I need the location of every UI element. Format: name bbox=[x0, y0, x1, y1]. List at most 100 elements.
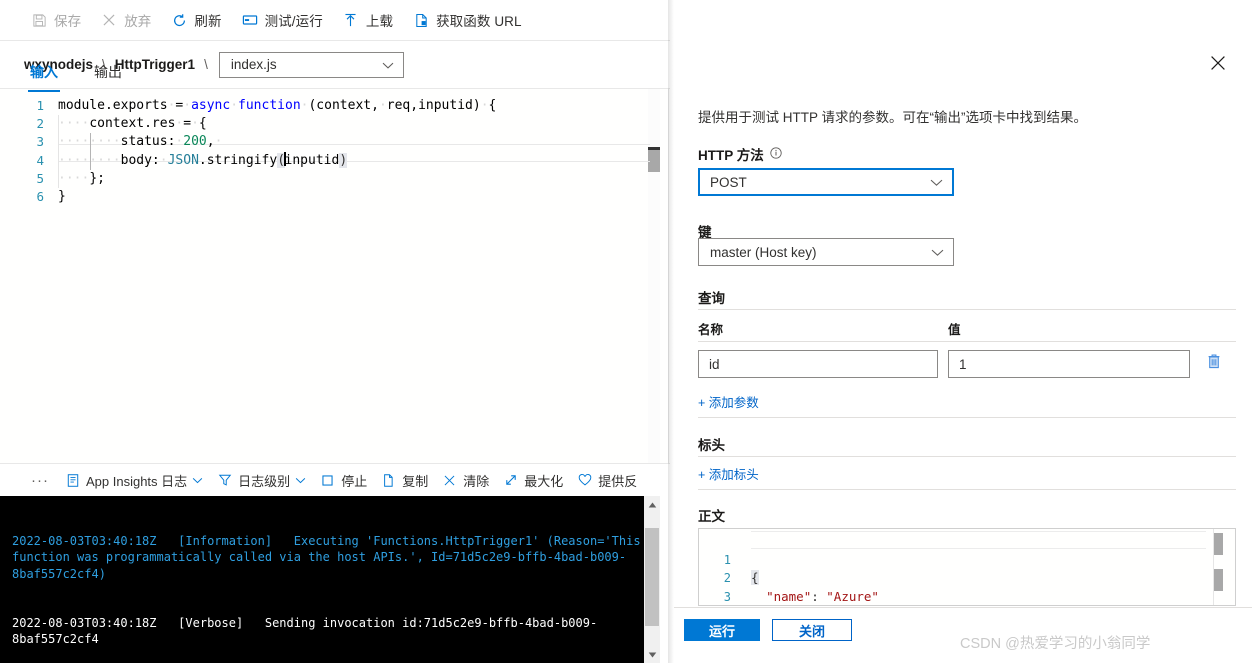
upload-icon bbox=[342, 11, 360, 29]
tab-input[interactable]: 输入 bbox=[26, 62, 62, 92]
feedback-icon bbox=[576, 472, 593, 489]
code-editor[interactable]: 1 module.exports·=·async·function·(conte… bbox=[0, 89, 670, 463]
tab-output[interactable]: 输出 bbox=[90, 62, 126, 92]
body-code-editor[interactable]: 1 { 2 "name": "Azure" 3 } bbox=[698, 528, 1236, 606]
upload-button[interactable]: 上载 bbox=[340, 5, 402, 35]
add-header-link[interactable]: + 添加标头 bbox=[698, 464, 759, 483]
headers-section-bottom-divider bbox=[698, 489, 1236, 490]
save-icon bbox=[30, 11, 48, 29]
log-entry: 2022-08-03T03:40:18Z [Information] Execu… bbox=[12, 533, 641, 581]
line-number: 2 bbox=[36, 116, 44, 132]
headers-section-title: 标头 bbox=[698, 438, 725, 453]
log-console[interactable]: 2022-08-03T03:40:18Z [Information] Execu… bbox=[0, 496, 670, 663]
line-text: ········body:·JSON.stringify(inputid) bbox=[58, 151, 348, 168]
run-button[interactable]: 运行 bbox=[684, 619, 760, 641]
maximize-button[interactable]: 最大化 bbox=[498, 466, 569, 494]
chevron-down-icon bbox=[931, 245, 944, 260]
query-col-name-header: 名称 bbox=[698, 323, 724, 337]
file-select-value: index.js bbox=[230, 57, 277, 72]
line-text: } bbox=[58, 188, 66, 204]
http-method-label: HTTP 方法 bbox=[698, 144, 782, 164]
clear-icon bbox=[441, 472, 458, 489]
chevron-down-icon bbox=[382, 57, 394, 72]
delete-query-row-button[interactable] bbox=[1203, 352, 1225, 374]
trash-icon bbox=[1206, 353, 1222, 373]
chevron-down-icon bbox=[930, 175, 943, 190]
info-icon[interactable] bbox=[766, 147, 782, 162]
log-toolbar: ··· App Insights 日志 日志级别 停止 复制 清除 最大化 提供… bbox=[0, 463, 670, 496]
key-value: master (Host key) bbox=[710, 244, 817, 260]
line-text: module.exports·=·async·function·(context… bbox=[58, 98, 497, 113]
log-entry: 2022-08-03T03:40:18Z [Verbose] Sending i… bbox=[12, 615, 598, 647]
app-insights-logs-label: App Insights 日志 bbox=[86, 473, 188, 489]
close-icon bbox=[1210, 55, 1226, 74]
more-options-button[interactable]: ··· bbox=[26, 466, 54, 494]
feedback-button[interactable]: 提供反 bbox=[572, 466, 643, 494]
line-text: ········status:·200,· bbox=[58, 134, 223, 150]
http-method-value: POST bbox=[710, 174, 747, 190]
http-method-dropdown[interactable]: POST bbox=[698, 168, 954, 196]
scroll-down-arrow-icon[interactable] bbox=[644, 646, 660, 663]
line-text: ····}; bbox=[58, 170, 105, 186]
filter-icon bbox=[216, 472, 233, 489]
get-url-label: 获取函数 URL bbox=[436, 14, 522, 29]
panel-tabs: 输入 输出 bbox=[26, 62, 154, 92]
line-text: "name": "Azure" bbox=[766, 588, 879, 604]
query-name-value: id bbox=[709, 356, 720, 372]
save-button[interactable]: 保存 bbox=[28, 5, 90, 35]
refresh-button[interactable]: 刷新 bbox=[168, 5, 230, 35]
query-header-divider bbox=[698, 341, 1236, 342]
get-function-url-button[interactable]: 获取函数 URL bbox=[410, 5, 531, 35]
copy-button[interactable]: 复制 bbox=[376, 466, 434, 494]
console-scrollbar-thumb[interactable] bbox=[645, 528, 659, 626]
query-divider bbox=[698, 309, 1236, 310]
line-number: 3 bbox=[723, 589, 731, 604]
file-select-dropdown[interactable]: index.js bbox=[218, 51, 404, 78]
query-col-value-header: 值 bbox=[948, 323, 961, 337]
query-value-input[interactable]: 1 bbox=[948, 350, 1190, 378]
body-code-line: 2 "name": "Azure" bbox=[699, 551, 1235, 603]
log-level-button[interactable]: 日志级别 bbox=[212, 466, 312, 494]
maximize-icon bbox=[502, 472, 519, 489]
code-line: 4 ········body:·JSON.stringify(inputid) bbox=[0, 151, 670, 170]
refresh-icon bbox=[170, 11, 188, 29]
panel-description: 提供用于测试 HTTP 请求的参数。可在“输出”选项卡中找到结果。 bbox=[698, 110, 1087, 125]
close-button[interactable]: 关闭 bbox=[772, 619, 852, 641]
test-run-label: 测试/运行 bbox=[264, 14, 323, 29]
line-number: 4 bbox=[36, 152, 44, 168]
log-stream-icon bbox=[64, 472, 81, 489]
line-number: 1 bbox=[36, 98, 44, 113]
watermark: CSDN @热爱学习的小翁同学 bbox=[960, 636, 1151, 652]
key-dropdown[interactable]: master (Host key) bbox=[698, 238, 954, 266]
close-panel-button[interactable] bbox=[1206, 52, 1230, 76]
refresh-label: 刷新 bbox=[194, 14, 222, 29]
clear-button[interactable]: 清除 bbox=[437, 466, 495, 494]
query-section-bottom-divider bbox=[698, 417, 1236, 418]
copy-icon bbox=[380, 472, 397, 489]
chevron-down-icon bbox=[295, 477, 306, 484]
query-section-title: 查询 bbox=[698, 291, 725, 306]
line-number: 6 bbox=[36, 188, 44, 204]
query-name-input[interactable]: id bbox=[698, 350, 938, 378]
add-query-param-link[interactable]: + 添加参数 bbox=[698, 392, 759, 411]
stop-icon bbox=[319, 472, 336, 489]
clear-label: 清除 bbox=[463, 473, 490, 489]
scroll-up-arrow-icon[interactable] bbox=[644, 496, 660, 513]
test-run-button[interactable]: 测试/运行 bbox=[239, 5, 332, 35]
upload-label: 上载 bbox=[365, 14, 394, 29]
line-number: 5 bbox=[36, 170, 44, 186]
body-section-title: 正文 bbox=[698, 509, 725, 524]
save-label: 保存 bbox=[54, 14, 82, 29]
breadcrumb-separator-2: \ bbox=[204, 57, 208, 72]
discard-button[interactable]: 放弃 bbox=[98, 5, 160, 35]
feedback-label: 提供反 bbox=[598, 473, 638, 489]
app-insights-logs-button[interactable]: App Insights 日志 bbox=[60, 466, 209, 494]
console-scrollbar[interactable] bbox=[644, 496, 660, 663]
code-line: 2 ····context.res·=·{ bbox=[0, 115, 670, 134]
stop-button[interactable]: 停止 bbox=[315, 466, 373, 494]
code-line: 3 ········status:·200,· bbox=[0, 133, 670, 152]
console-output: 2022-08-03T03:40:18Z [Information] Execu… bbox=[12, 500, 644, 663]
discard-label: 放弃 bbox=[124, 14, 152, 29]
stop-label: 停止 bbox=[341, 473, 368, 489]
test-run-icon bbox=[241, 11, 259, 29]
